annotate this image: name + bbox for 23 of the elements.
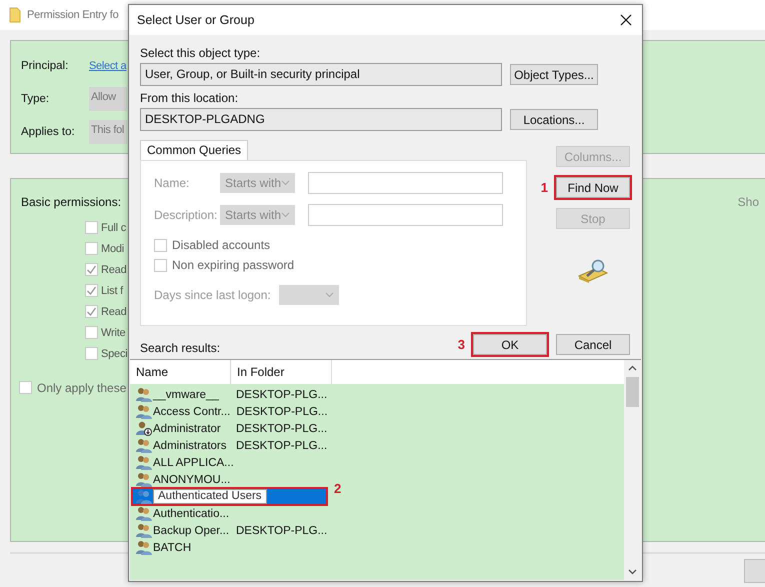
step-number: 1 bbox=[540, 180, 548, 195]
object-type-field: User, Group, or Built-in security principal bbox=[140, 63, 502, 86]
days-since-logon-label: Days since last logon: bbox=[154, 288, 271, 302]
result-folder: DESKTOP-PLG... bbox=[235, 406, 328, 418]
result-folder: DESKTOP-PLG... bbox=[235, 440, 328, 452]
step-number: 2 bbox=[334, 481, 342, 496]
name-label: Name: bbox=[154, 176, 190, 190]
search-results-label: Search results: bbox=[140, 341, 220, 355]
result-folder: DESKTOP-PLG... bbox=[235, 388, 328, 400]
window-title: Permission Entry fo bbox=[27, 9, 119, 21]
object-type-label: Select this object type: bbox=[140, 45, 262, 62]
location-field: DESKTOP-PLGADNG bbox=[140, 108, 502, 131]
principal-label: Principal: bbox=[21, 60, 70, 72]
result-folder: DESKTOP-PLG... bbox=[235, 422, 328, 434]
show-text: Sho bbox=[738, 194, 759, 211]
result-folder: DESKTOP-PLG... bbox=[235, 524, 328, 536]
description-label: Description: bbox=[154, 208, 218, 222]
step-number: 3 bbox=[458, 337, 465, 352]
type-label: Type: bbox=[21, 92, 50, 104]
dialog-title: Select User or Group bbox=[137, 13, 254, 27]
applies-to-label: Applies to: bbox=[21, 126, 76, 138]
location-label: From this location: bbox=[140, 90, 240, 107]
basic-permissions-label: Basic permissions: bbox=[21, 194, 122, 211]
